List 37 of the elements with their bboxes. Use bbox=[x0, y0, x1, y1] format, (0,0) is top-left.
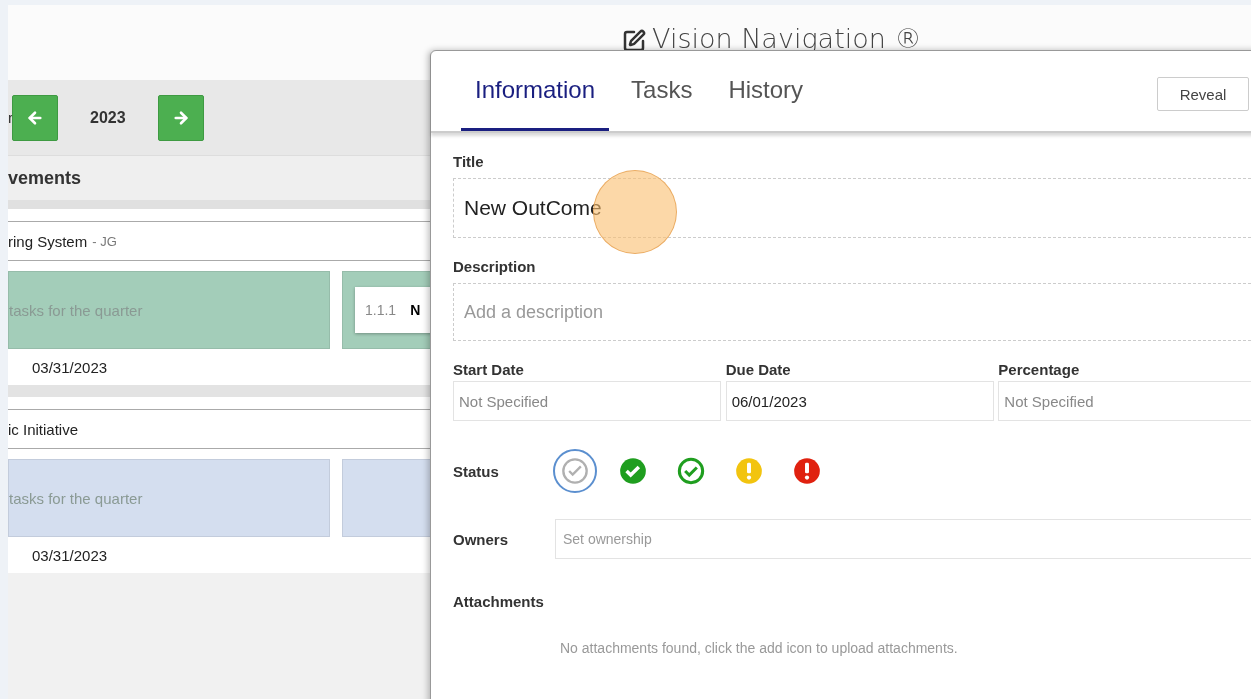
tab[interactable]: History bbox=[714, 51, 818, 131]
check-circle-icon bbox=[677, 457, 705, 485]
exclamation-circle-icon bbox=[735, 457, 763, 485]
previous-year-button[interactable] bbox=[12, 94, 58, 141]
reveal-button[interactable]: Reveal bbox=[1157, 77, 1249, 111]
status-option[interactable] bbox=[553, 449, 597, 493]
date-field[interactable]: 06/01/2023 bbox=[725, 381, 994, 421]
due-date: 03/31/2023 bbox=[32, 546, 108, 564]
edit-icon bbox=[622, 29, 646, 53]
tile-text: tasks for the quarter bbox=[9, 489, 143, 507]
next-year-button[interactable] bbox=[157, 94, 204, 141]
field-label: Percentage bbox=[998, 361, 1081, 378]
date-field[interactable]: Not Specified bbox=[998, 381, 1251, 421]
attachments-message: No attachments found, click the add icon to upload attachments. bbox=[560, 640, 959, 656]
group-title: ring System bbox=[8, 232, 88, 250]
owner-initials: - JG bbox=[92, 233, 117, 249]
field-label: Due Date bbox=[725, 361, 792, 378]
title-field[interactable]: New OutCome bbox=[453, 178, 1251, 238]
date-field[interactable]: Not Specified bbox=[453, 381, 721, 421]
group-title: ic Initiative bbox=[8, 420, 79, 438]
tab[interactable]: Information bbox=[461, 51, 610, 131]
field-label: Description bbox=[453, 258, 537, 275]
task-name: N bbox=[410, 302, 421, 318]
check-icon bbox=[561, 457, 589, 485]
tab[interactable]: Tasks bbox=[617, 51, 707, 131]
field-label: Title bbox=[453, 153, 485, 170]
check-circle-icon bbox=[619, 457, 647, 485]
page-title: Vision Navigation ® bbox=[652, 23, 922, 54]
field-label: Owners bbox=[453, 530, 510, 548]
exclamation-circle-icon bbox=[793, 457, 821, 485]
task-code: 1.1.1 bbox=[365, 302, 397, 318]
field-label: Status bbox=[453, 462, 500, 480]
field-label: Attachments bbox=[453, 593, 544, 610]
section-title: vements bbox=[8, 167, 82, 189]
year-label: 2023 bbox=[90, 108, 126, 127]
due-date: 03/31/2023 bbox=[32, 358, 108, 376]
field-label: Start Date bbox=[453, 361, 525, 378]
